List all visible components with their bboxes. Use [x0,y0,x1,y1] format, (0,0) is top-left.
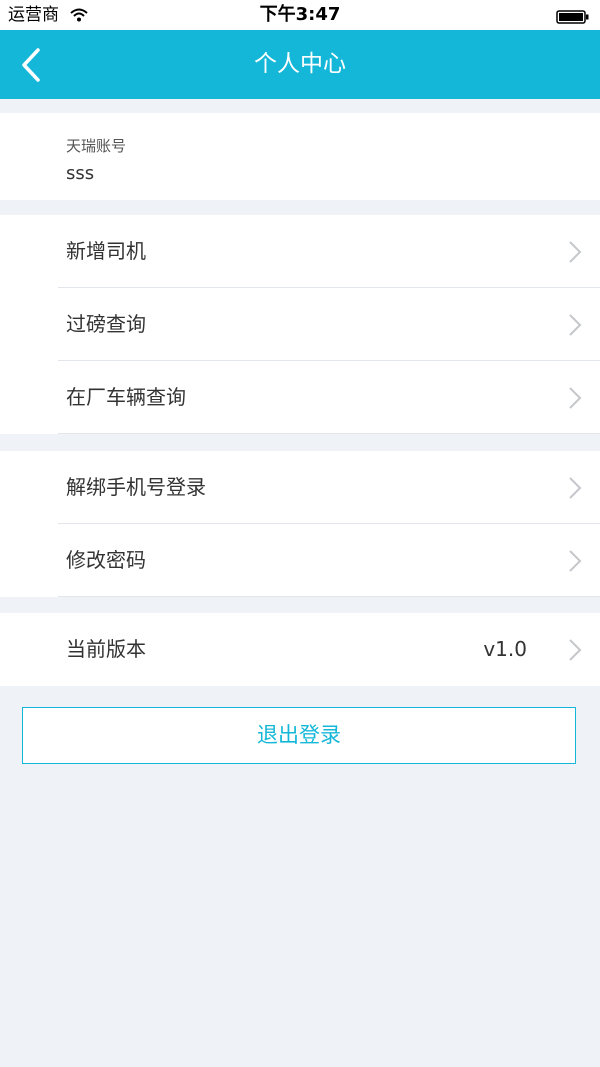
account-label: 天瑞账号 [66,137,127,155]
menu-group-version: 当前版本 v1.0 [0,613,600,686]
menu-item-label: 在厂车辆查询 [66,385,186,409]
chevron-right-icon [569,550,582,572]
logout-button[interactable]: 退出登录 [22,707,576,764]
status-bar: 运营商 下午3:47 [0,0,600,30]
menu-item-unbind-phone[interactable]: 解绑手机号登录 [0,451,600,524]
chevron-right-icon [569,241,582,263]
status-time: 下午3:47 [259,4,341,25]
chevron-right-icon [569,639,582,661]
divider [58,433,600,434]
chevron-right-icon [569,387,582,409]
menu-item-change-password[interactable]: 修改密码 [0,524,600,597]
chevron-right-icon [569,477,582,499]
menu-item-label: 解绑手机号登录 [66,475,206,499]
chevron-right-icon [569,314,582,336]
nav-bar: 个人中心 [0,30,600,99]
menu-item-add-driver[interactable]: 新增司机 [0,215,600,288]
menu-group-vehicle: 新增司机 过磅查询 在厂车辆查询 [0,215,600,434]
account-value: sss [66,163,95,184]
account-info: 天瑞账号 sss [0,113,600,200]
battery-icon [556,9,590,28]
menu-item-weighing-query[interactable]: 过磅查询 [0,288,600,361]
page-title: 个人中心 [254,51,346,77]
version-value: v1.0 [483,637,527,661]
menu-item-label: 当前版本 [66,637,146,661]
menu-item-label: 修改密码 [66,548,146,572]
menu-item-label: 过磅查询 [66,312,146,336]
menu-item-in-plant-vehicle-query[interactable]: 在厂车辆查询 [0,361,600,434]
menu-item-current-version[interactable]: 当前版本 v1.0 [0,613,600,686]
menu-group-account: 解绑手机号登录 修改密码 [0,451,600,597]
menu-item-label: 新增司机 [66,239,146,263]
divider [58,596,600,597]
